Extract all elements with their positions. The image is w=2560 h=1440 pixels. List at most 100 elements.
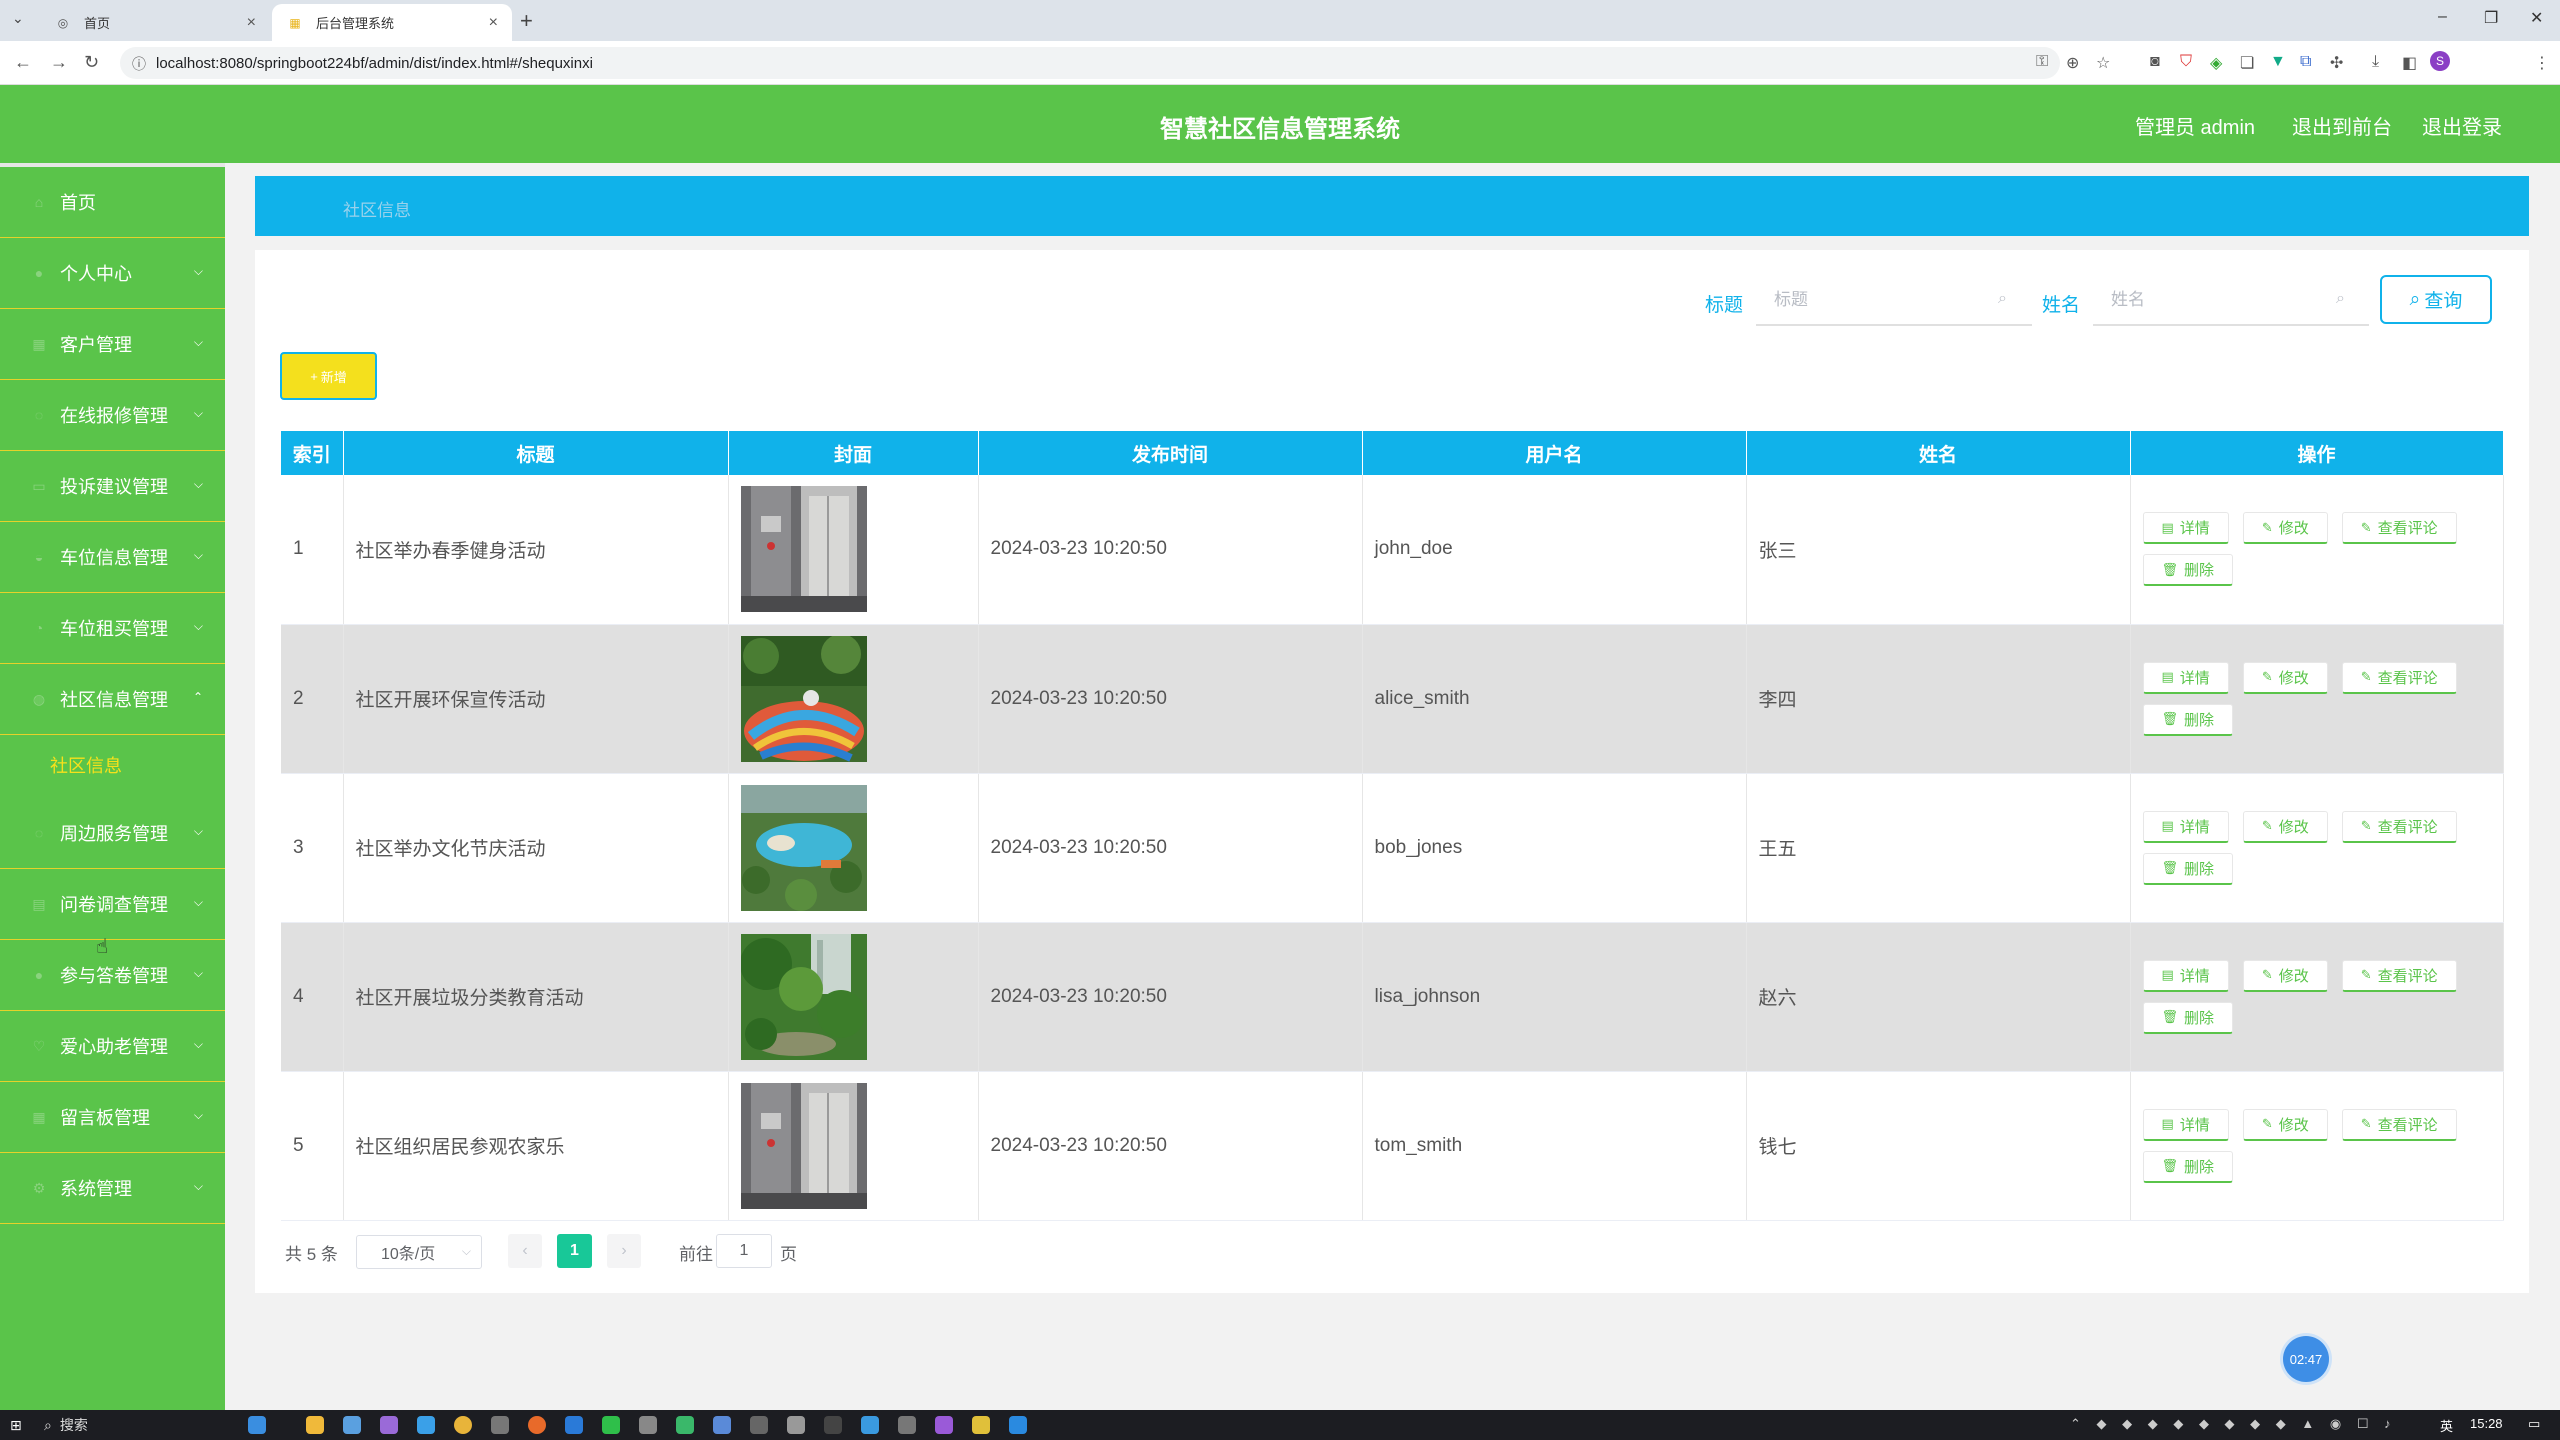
back-icon[interactable]: ← <box>14 52 32 73</box>
sidebar-item-parking-rent[interactable]: ◔ 车位租买管理 ⌵ <box>0 593 225 664</box>
cover-image-elevator[interactable] <box>740 486 867 613</box>
taskbar-app-icon[interactable] <box>713 1416 731 1434</box>
edit-button[interactable]: ✎ 修改 <box>2242 810 2328 843</box>
detail-button[interactable]: ▤ 详情 <box>2142 512 2229 545</box>
vue-extension-icon[interactable]: ▼ <box>2270 53 2286 71</box>
sidebar-item-surveys[interactable]: ▤ 问卷调查管理 ⌵ <box>0 869 225 940</box>
cover-image-elevator[interactable] <box>740 1082 867 1209</box>
prev-page-button[interactable]: ‹ <box>508 1234 542 1268</box>
translate-icon[interactable]: ⧉ <box>2300 53 2311 71</box>
taskbar-app-icon[interactable] <box>824 1416 842 1434</box>
sidebar-item-parking-info[interactable]: ◒ 车位信息管理 ⌵ <box>0 522 225 593</box>
column-header-time[interactable]: 发布时间 <box>978 431 1363 475</box>
view-comments-button[interactable]: ✎ 查看评论 <box>2341 959 2457 992</box>
sidebar-item-elderly-care[interactable]: ♡ 爱心助老管理 ⌵ <box>0 1011 225 1082</box>
exit-to-front-link[interactable]: 退出到前台 <box>2292 111 2392 140</box>
tab-search-icon[interactable]: ⌄ <box>12 10 24 27</box>
close-tab-icon[interactable]: × <box>247 14 256 32</box>
cover-image-pool-garden[interactable] <box>740 784 867 911</box>
sidebar-item-complaints[interactable]: ▭ 投诉建议管理 ⌵ <box>0 451 225 522</box>
sidepanel-icon[interactable]: ◧ <box>2402 53 2417 73</box>
system-tray-icons[interactable]: ⌃ ◆ ◆ ◆ ◆ ◆ ◆ ◆ ◆ ▲ ◉ ☐ ♪ <box>2070 1416 2397 1432</box>
detail-button[interactable]: ▤ 详情 <box>2142 810 2229 843</box>
column-header-username[interactable]: 用户名 <box>1362 431 1747 475</box>
new-tab-button[interactable]: + <box>520 8 533 34</box>
taskbar-app-icon[interactable] <box>898 1416 916 1434</box>
close-tab-icon[interactable]: × <box>489 14 498 32</box>
sidebar-item-system[interactable]: ⚙ 系统管理 ⌵ <box>0 1153 225 1224</box>
taskbar-wechat-icon[interactable] <box>602 1416 620 1434</box>
column-header-title[interactable]: 标题 <box>343 431 729 475</box>
delete-button[interactable]: 🗑 删除 <box>2142 703 2234 736</box>
column-header-index[interactable]: 索引 <box>281 431 344 475</box>
next-page-button[interactable]: › <box>607 1234 641 1268</box>
restore-icon[interactable]: ❐ <box>2484 8 2498 28</box>
sidebar-item-answers[interactable]: ● 参与答卷管理 ⌵ <box>0 940 225 1011</box>
taskbar-firefox-icon[interactable] <box>528 1416 546 1434</box>
goto-page-input[interactable] <box>716 1234 772 1268</box>
puzzle-icon[interactable]: ✣ <box>2330 53 2343 73</box>
delete-button[interactable]: 🗑 删除 <box>2142 852 2234 885</box>
page-number-active[interactable]: 1 <box>557 1234 592 1268</box>
taskbar-clock[interactable]: 15:28 <box>2470 1416 2503 1431</box>
star-icon[interactable]: ☆ <box>2096 53 2110 73</box>
zoom-icon[interactable]: ⊕ <box>2066 53 2079 73</box>
edit-button[interactable]: ✎ 修改 <box>2242 1108 2328 1141</box>
sidebar-item-personal-center[interactable]: ● 个人中心 ⌵ <box>0 238 225 309</box>
extension-icon[interactable]: ◈ <box>2210 53 2222 73</box>
taskbar-app-icon[interactable] <box>787 1416 805 1434</box>
taskbar-app-icon[interactable] <box>861 1416 879 1434</box>
logout-link[interactable]: 退出登录 <box>2422 111 2502 140</box>
view-comments-button[interactable]: ✎ 查看评论 <box>2341 512 2457 545</box>
camera-icon[interactable]: ◙ <box>2150 53 2160 71</box>
name-search-input[interactable] <box>2093 276 2369 326</box>
download-icon[interactable]: ⤓ <box>2372 53 2379 71</box>
key-icon[interactable]: ⚿ <box>2036 53 2048 71</box>
forward-icon[interactable]: → <box>50 52 68 73</box>
delete-button[interactable]: 🗑 删除 <box>2142 554 2234 587</box>
detail-button[interactable]: ▤ 详情 <box>2142 1108 2229 1141</box>
taskbar-app-icon[interactable] <box>972 1416 990 1434</box>
column-header-name[interactable]: 姓名 <box>1746 431 2131 475</box>
windows-start-icon[interactable]: ⊞ <box>10 1417 22 1434</box>
view-comments-button[interactable]: ✎ 查看评论 <box>2341 1108 2457 1141</box>
taskbar-app-icon[interactable] <box>343 1416 361 1434</box>
detail-button[interactable]: ▤ 详情 <box>2142 959 2229 992</box>
detail-button[interactable]: ▤ 详情 <box>2142 661 2229 694</box>
delete-button[interactable]: 🗑 删除 <box>2142 1150 2234 1183</box>
browser-tab-home[interactable]: ◎ 首页 × <box>40 4 270 41</box>
close-window-icon[interactable]: ✕ <box>2530 8 2543 28</box>
cover-image-playground[interactable] <box>740 635 867 762</box>
edit-button[interactable]: ✎ 修改 <box>2242 959 2328 992</box>
taskbar-app-explorer-icon[interactable] <box>306 1416 324 1434</box>
taskbar-app-icon[interactable] <box>639 1416 657 1434</box>
view-comments-button[interactable]: ✎ 查看评论 <box>2341 810 2457 843</box>
notification-icon[interactable]: ▭ <box>2528 1416 2540 1432</box>
sidebar-item-community-info[interactable]: ◍ 社区信息管理 ⌃ <box>0 664 225 735</box>
taskbar-app-icon[interactable] <box>1009 1416 1027 1434</box>
copy-icon[interactable]: ❏ <box>2240 53 2254 73</box>
browser-tab-admin[interactable]: ▦ 后台管理系统 × <box>272 4 512 41</box>
sidebar-item-repairs[interactable]: ◌ 在线报修管理 ⌵ <box>0 380 225 451</box>
taskbar-app-icon[interactable] <box>380 1416 398 1434</box>
title-search-input[interactable] <box>1756 276 2032 326</box>
column-header-cover[interactable]: 封面 <box>728 431 979 475</box>
taskbar-search[interactable]: ⌕ 搜索 <box>44 1414 254 1436</box>
delete-button[interactable]: 🗑 删除 <box>2142 1001 2234 1034</box>
reload-icon[interactable]: ↻ <box>84 52 99 73</box>
sidebar-item-home[interactable]: ⌂ 首页 <box>0 167 225 238</box>
edit-button[interactable]: ✎ 修改 <box>2242 661 2328 694</box>
taskbar-app-icon[interactable] <box>935 1416 953 1434</box>
profile-avatar[interactable]: S <box>2430 51 2450 71</box>
taskbar-app-widget-icon[interactable] <box>248 1416 266 1434</box>
page-size-select[interactable]: 10条/页 ⌵ <box>356 1235 482 1269</box>
floating-timer-badge[interactable]: 02:47 <box>2283 1336 2329 1382</box>
sidebar-item-customers[interactable]: ▦ 客户管理 ⌵ <box>0 309 225 380</box>
taskbar-settings-icon[interactable] <box>491 1416 509 1434</box>
ime-indicator[interactable]: 英 <box>2440 1416 2453 1435</box>
cover-image-garden[interactable] <box>740 933 867 1060</box>
taskbar-app-icon[interactable] <box>417 1416 435 1434</box>
taskbar-app-icon[interactable] <box>565 1416 583 1434</box>
minimize-icon[interactable]: – <box>2438 8 2447 26</box>
taskbar-app-icon[interactable] <box>676 1416 694 1434</box>
